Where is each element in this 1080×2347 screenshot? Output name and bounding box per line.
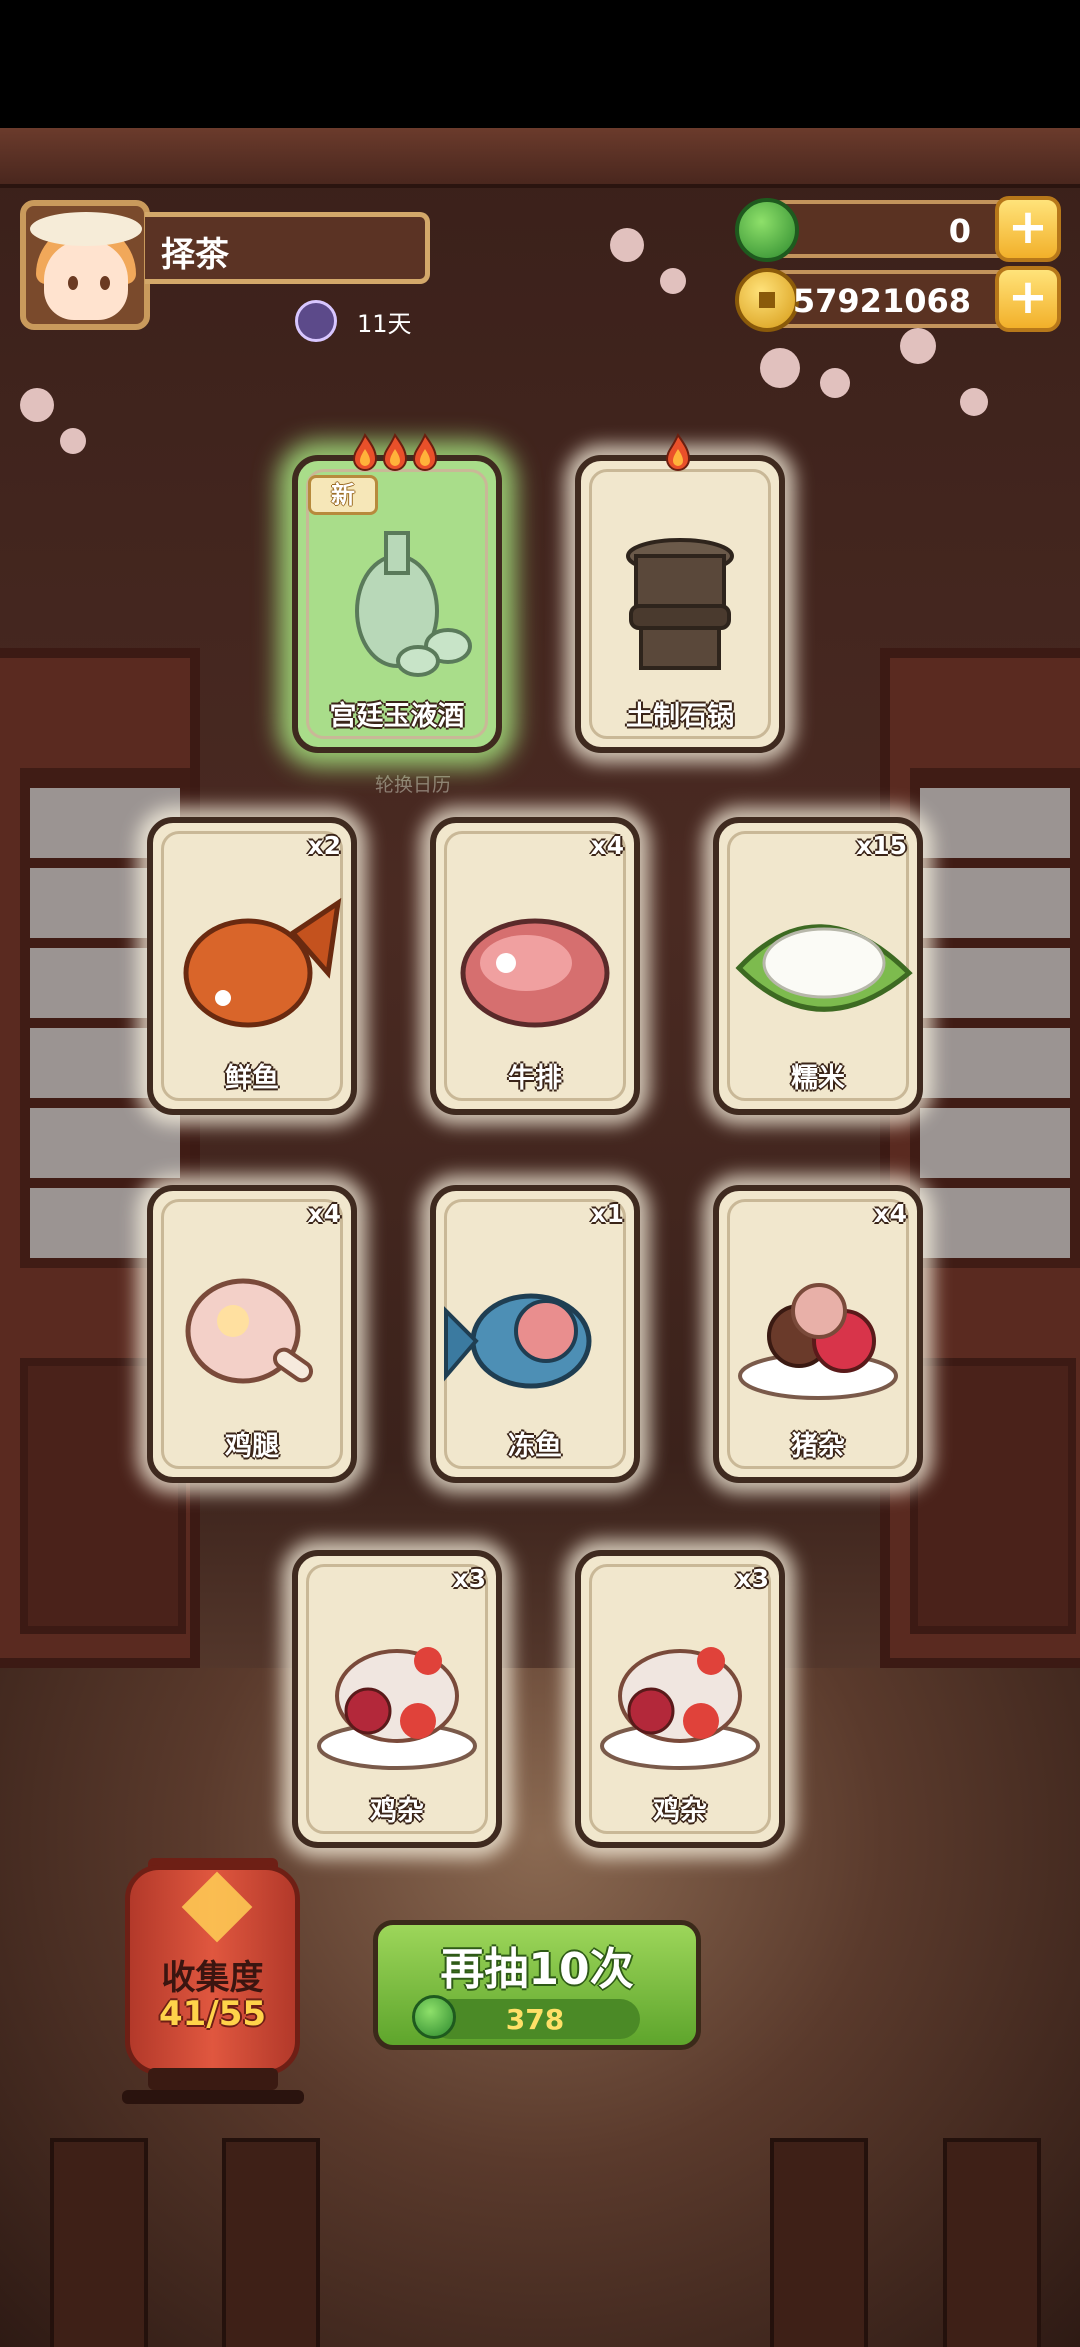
- card-label: 牛排: [508, 1063, 562, 1094]
- player-name: 择茶: [161, 235, 229, 275]
- lantern-stand: [122, 2090, 304, 2104]
- card-count: x1: [590, 1199, 624, 1228]
- blossom: [60, 428, 86, 454]
- door-left: [0, 648, 200, 1668]
- flame-icon: [352, 433, 378, 471]
- item-card[interactable]: x4 猪杂: [713, 1185, 923, 1483]
- roof-beam: [0, 128, 1080, 188]
- draw-again-button[interactable]: 再抽10次 378: [373, 1920, 701, 2050]
- blossom: [820, 368, 850, 398]
- card-label: 鸡杂: [370, 1796, 424, 1827]
- collection-lantern[interactable]: 收集度 41/55: [125, 1865, 300, 2075]
- card-count: x3: [452, 1564, 486, 1593]
- card-label: 糯米: [791, 1063, 845, 1094]
- railing-post: [943, 2138, 1041, 2347]
- draw-again-label: 再抽10次: [440, 1944, 634, 1995]
- card-label: 鸡腿: [225, 1431, 279, 1462]
- blossom: [20, 388, 54, 422]
- item-card[interactable]: x3 鸡杂: [575, 1550, 785, 1848]
- card-count: x3: [735, 1564, 769, 1593]
- flame-icon: [665, 433, 691, 471]
- calendar-avatar-icon: [295, 300, 337, 342]
- blossom: [900, 328, 936, 364]
- item-card[interactable]: 新宫廷玉液酒: [292, 433, 502, 753]
- door-panel: [910, 1358, 1076, 1634]
- card-count: x4: [307, 1199, 341, 1228]
- item-card[interactable]: 土制石锅: [575, 433, 785, 753]
- blossom: [960, 388, 988, 416]
- jade-icon: [735, 198, 799, 262]
- item-card[interactable]: x15 糯米: [713, 817, 923, 1115]
- item-card[interactable]: x2 鲜鱼: [147, 817, 357, 1115]
- item-card[interactable]: x4 鸡腿: [147, 1185, 357, 1483]
- lattice-window: [910, 768, 1080, 1268]
- lantern-base: [148, 2068, 278, 2090]
- card-label: 土制石锅: [626, 701, 734, 732]
- avatar-eye: [100, 276, 110, 290]
- flame-icon: [412, 433, 438, 471]
- railing-post: [50, 2138, 148, 2347]
- item-card[interactable]: x3 鸡杂: [292, 1550, 502, 1848]
- flame-icon: [382, 433, 408, 471]
- card-count: x4: [873, 1199, 907, 1228]
- blossom: [610, 228, 644, 262]
- collection-count: 41/55: [158, 1994, 267, 2034]
- new-badge: 新: [308, 475, 378, 515]
- blossom: [660, 268, 686, 294]
- draw-cost: 378: [412, 1995, 640, 2039]
- card-label: 宫廷玉液酒: [329, 701, 465, 732]
- avatar-face: [44, 240, 128, 320]
- coin-icon: [735, 268, 799, 332]
- blossom: [760, 348, 800, 388]
- draw-cost-value: 378: [505, 2003, 565, 2036]
- add-jade-button[interactable]: +: [995, 196, 1061, 262]
- railing-post: [222, 2138, 320, 2347]
- card-label: 猪杂: [791, 1431, 845, 1462]
- player-name-bar: 择茶: [145, 212, 430, 284]
- add-coins-button[interactable]: +: [995, 266, 1061, 332]
- days-count: 11天: [357, 310, 412, 338]
- jade-amount: 0: [948, 212, 971, 250]
- card-count: x2: [307, 831, 341, 860]
- fu-seal-icon: [181, 1871, 253, 1943]
- card-label: 鸡杂: [653, 1796, 707, 1827]
- collection-title: 收集度: [161, 1958, 264, 1998]
- item-card[interactable]: x1 冻鱼: [430, 1185, 640, 1483]
- coin-amount: 57921068: [792, 282, 971, 320]
- jade-resource-bar: 0 +: [735, 196, 1061, 262]
- coin-resource-bar: 57921068 +: [735, 266, 1061, 332]
- player-avatar[interactable]: [20, 200, 150, 330]
- item-card[interactable]: x4 牛排: [430, 817, 640, 1115]
- avatar-hat: [30, 212, 142, 246]
- door-right: [880, 648, 1080, 1668]
- calendar-label: 轮换日历: [375, 774, 452, 796]
- card-label: 鲜鱼: [225, 1063, 279, 1094]
- avatar-eye: [68, 276, 78, 290]
- status-bar: [0, 0, 1080, 128]
- railing-post: [770, 2138, 868, 2347]
- card-count: x4: [590, 831, 624, 860]
- card-label: 冻鱼: [508, 1431, 562, 1462]
- card-count: x15: [856, 831, 907, 860]
